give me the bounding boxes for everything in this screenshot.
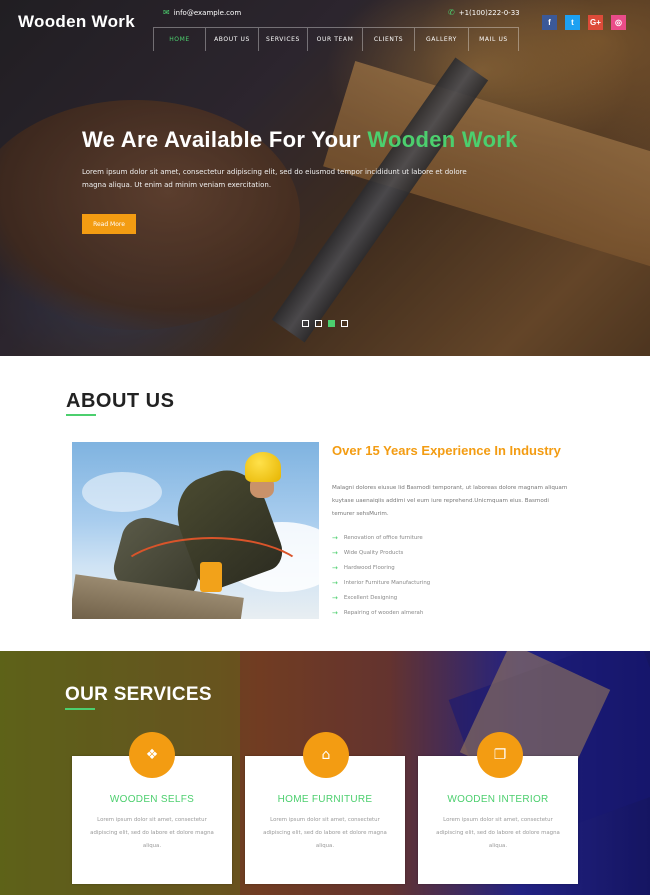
arrow-right-icon: →: [332, 533, 338, 542]
email-text[interactable]: info@example.com: [174, 9, 241, 17]
read-more-button[interactable]: Read More: [82, 214, 136, 234]
slider-dots: [302, 320, 348, 327]
cubes-icon: ❖: [129, 732, 175, 778]
service-card-title[interactable]: HOME FURNITURE: [245, 794, 405, 805]
phone-contact: ✆ +1(100)222-0-33: [448, 8, 520, 17]
hero-title-main: We Are Available For Your: [82, 127, 368, 152]
slider-dot-1[interactable]: [302, 320, 309, 327]
dribbble-icon[interactable]: ◎: [611, 15, 626, 30]
about-feature-list: → Renovation of office furniture → Wide Qu…: [332, 530, 430, 620]
service-card-title[interactable]: WOODEN INTERIOR: [418, 794, 578, 805]
service-card-title[interactable]: WOODEN SELFS: [72, 794, 232, 805]
arrow-right-icon: →: [332, 563, 338, 572]
list-item-label: Interior Furniture Manufacturing: [343, 579, 431, 586]
nav-item-services[interactable]: SERVICES: [258, 28, 307, 51]
list-item-label: Wide Quality Products: [343, 549, 404, 556]
list-item: → Excellent Designing: [332, 590, 430, 605]
list-item-label: Excellent Designing: [343, 594, 398, 601]
arrow-right-icon: →: [332, 608, 338, 617]
list-item-label: Hardwood Flooring: [343, 564, 395, 571]
email-contact[interactable]: ✉ info@example.com: [163, 8, 241, 17]
phone-text: +1(100)222-0-33: [458, 8, 520, 17]
list-item: → Renovation of office furniture: [332, 530, 430, 545]
google-plus-icon[interactable]: G+: [588, 15, 603, 30]
list-item: → Repairing of wooden almerah: [332, 605, 430, 620]
arrow-right-icon: →: [332, 578, 338, 587]
nav-item-home[interactable]: HOME: [153, 28, 205, 51]
about-title: ABOUT US: [66, 390, 175, 412]
hero-title-accent: Wooden Work: [367, 127, 518, 152]
home-icon: ⌂: [303, 732, 349, 778]
main-nav: HOME ABOUT US SERVICES OUR TEAM CLIENTS …: [153, 27, 519, 51]
services-title-underline: [65, 708, 95, 710]
list-item-label: Repairing of wooden almerah: [343, 609, 424, 616]
list-item: → Hardwood Flooring: [332, 560, 430, 575]
nav-item-clients[interactable]: CLIENTS: [362, 28, 414, 51]
drill: [200, 562, 222, 592]
services-title: OUR SERVICES: [65, 684, 212, 705]
hero-title: We Are Available For Your Wooden Work: [82, 127, 518, 153]
arrow-right-icon: →: [332, 593, 338, 602]
twitter-icon[interactable]: t: [565, 15, 580, 30]
about-worker-image: [72, 442, 319, 619]
about-title-underline: [66, 414, 96, 416]
nav-item-team[interactable]: OUR TEAM: [307, 28, 362, 51]
nav-item-gallery[interactable]: GALLERY: [414, 28, 468, 51]
service-card-text: Lorem ipsum dolor sit amet, consectetur …: [436, 817, 560, 849]
copy-icon: ❐: [477, 732, 523, 778]
nav-item-mail[interactable]: MAIL US: [468, 28, 519, 51]
arrow-right-icon: →: [332, 548, 338, 557]
cloud: [82, 472, 162, 512]
slider-dot-2[interactable]: [315, 320, 322, 327]
nav-item-about[interactable]: ABOUT US: [205, 28, 258, 51]
about-heading: Over 15 Years Experience In Industry: [332, 443, 561, 458]
slider-dot-3[interactable]: [328, 320, 335, 327]
list-item: → Interior Furniture Manufacturing: [332, 575, 430, 590]
mail-icon: ✉: [163, 8, 170, 17]
worker-helmet: [245, 452, 281, 482]
list-item-label: Renovation of office furniture: [343, 534, 423, 541]
phone-icon: ✆: [448, 8, 455, 17]
about-paragraph: Malagni dolores eiusue lid Basmodi tempo…: [332, 485, 568, 517]
service-card-text: Lorem ipsum dolor sit amet, consectetur …: [90, 817, 214, 849]
hero-text: Lorem ipsum dolor sit amet, consectetur …: [82, 168, 467, 189]
site-logo[interactable]: Wooden Work: [18, 12, 135, 32]
list-item: → Wide Quality Products: [332, 545, 430, 560]
slider-dot-4[interactable]: [341, 320, 348, 327]
facebook-icon[interactable]: f: [542, 15, 557, 30]
service-card-text: Lorem ipsum dolor sit amet, consectetur …: [263, 817, 387, 849]
